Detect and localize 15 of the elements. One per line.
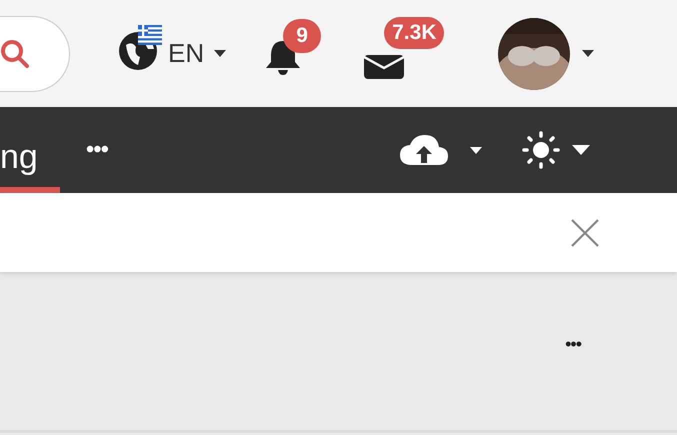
notification-badge: 9 [283,18,322,52]
cloud-upload-icon[interactable] [400,135,448,165]
sun-icon[interactable] [522,131,560,169]
more-button[interactable]: ••• [86,136,108,164]
caret-icon[interactable] [582,50,594,57]
caret-icon[interactable] [572,145,590,155]
caret-icon [214,50,226,57]
search-field[interactable] [0,16,70,92]
message-badge: 7.3K [384,16,444,48]
caret-icon[interactable] [470,146,482,154]
globe-flag-icon [118,24,162,70]
search-icon [0,38,30,68]
language-button[interactable]: EN [118,24,226,70]
close-icon[interactable] [570,218,600,248]
more-button[interactable]: ••• [565,334,581,355]
